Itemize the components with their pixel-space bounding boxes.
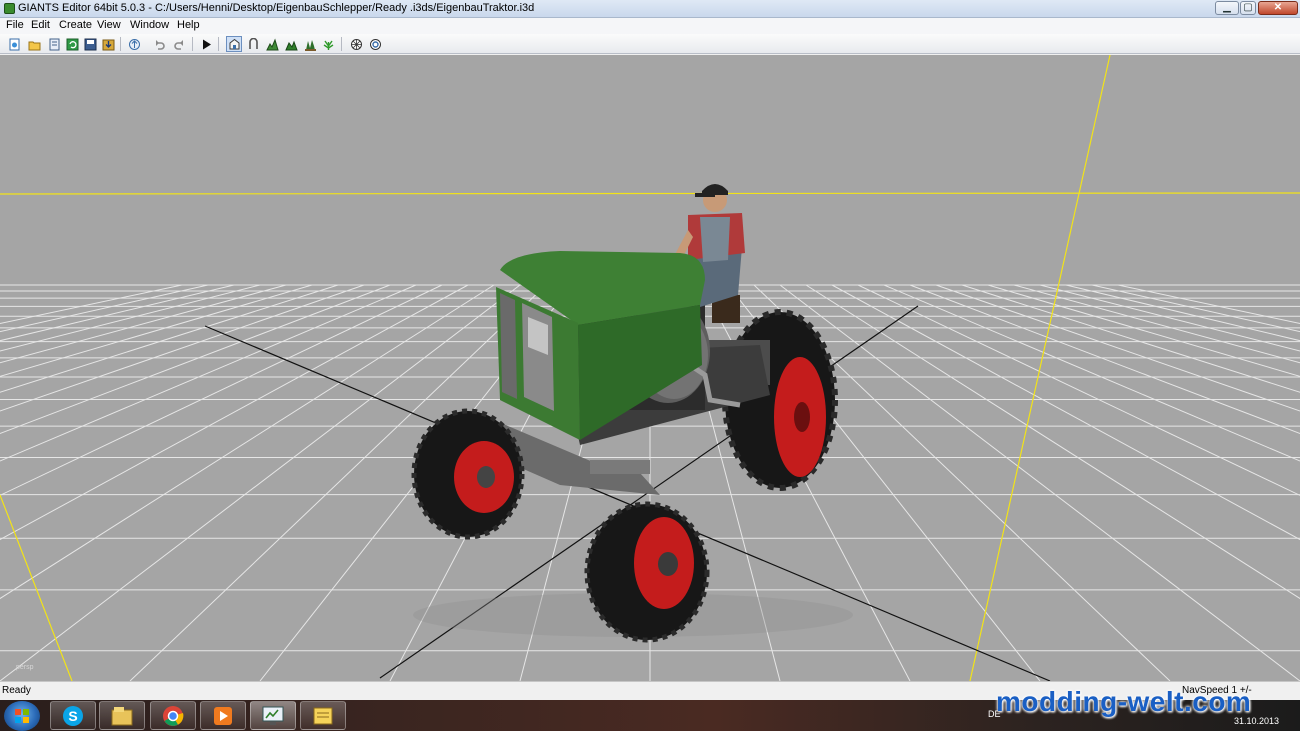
- menu-edit[interactable]: Edit: [31, 19, 50, 31]
- scene-render: [0, 55, 1300, 681]
- z-axis-line: [969, 55, 1111, 681]
- notes-icon[interactable]: [300, 701, 346, 730]
- menu-window[interactable]: Window: [130, 19, 169, 31]
- svg-text:S: S: [68, 708, 77, 724]
- grid-icon[interactable]: [348, 36, 364, 52]
- camera-label: persp: [16, 664, 34, 671]
- minimize-button[interactable]: ▁: [1215, 1, 1239, 15]
- menu-file[interactable]: File: [6, 19, 24, 31]
- menu-help[interactable]: Help: [177, 19, 200, 31]
- terrain-sculpt-icon[interactable]: [264, 36, 280, 52]
- new-icon[interactable]: [6, 36, 22, 52]
- giants-editor-icon[interactable]: [250, 701, 296, 730]
- explorer-icon[interactable]: [99, 701, 145, 730]
- import-icon[interactable]: [100, 36, 116, 52]
- status-text: Ready: [2, 685, 31, 696]
- snap-icon[interactable]: [367, 36, 383, 52]
- media-player-icon[interactable]: [200, 701, 246, 730]
- 3d-viewport[interactable]: persp: [0, 55, 1300, 681]
- skype-icon[interactable]: S: [50, 701, 96, 730]
- select-mode-icon[interactable]: [226, 36, 242, 52]
- front-left-wheel: [411, 408, 525, 540]
- menu-view[interactable]: View: [97, 19, 121, 31]
- watermark: modding-welt.com: [996, 686, 1252, 717]
- editor-window: GIANTS Editor 64bit 5.0.3 - C:/Users/Hen…: [0, 0, 1300, 700]
- redo-icon[interactable]: [171, 36, 187, 52]
- export-icon[interactable]: [126, 36, 142, 52]
- window-title: GIANTS Editor 64bit 5.0.3 - C:/Users/Hen…: [18, 2, 535, 14]
- start-button[interactable]: [4, 701, 40, 731]
- open-icon[interactable]: [26, 36, 42, 52]
- undo-icon[interactable]: [151, 36, 167, 52]
- front-right-wheel: [584, 501, 710, 643]
- close-button[interactable]: ✕: [1258, 1, 1298, 15]
- maximize-button[interactable]: ▢: [1240, 1, 1256, 15]
- giants-editor-app-icon: [4, 3, 15, 14]
- chrome-icon[interactable]: [150, 701, 196, 730]
- move-mode-icon[interactable]: [245, 36, 261, 52]
- foliage-paint-icon[interactable]: [302, 36, 318, 52]
- windows-logo-icon: [15, 709, 29, 723]
- toolbar-separator: [120, 37, 121, 51]
- play-icon[interactable]: [198, 36, 214, 52]
- toolbar: [0, 34, 1300, 54]
- menu-create[interactable]: Create: [59, 19, 92, 31]
- terrain-paint-icon[interactable]: [283, 36, 299, 52]
- tractor-model: [411, 184, 853, 643]
- title-bar[interactable]: GIANTS Editor 64bit 5.0.3 - C:/Users/Hen…: [0, 0, 1300, 18]
- refresh-icon[interactable]: [64, 36, 80, 52]
- toolbar-separator: [218, 37, 219, 51]
- save-icon[interactable]: [82, 36, 98, 52]
- menu-bar: File Edit Create View Window Help: [0, 18, 1300, 34]
- foliage-edit-icon[interactable]: [320, 36, 336, 52]
- save-as-icon[interactable]: [46, 36, 62, 52]
- horizon-axis-line: [0, 192, 1300, 195]
- toolbar-separator: [341, 37, 342, 51]
- toolbar-separator: [192, 37, 193, 51]
